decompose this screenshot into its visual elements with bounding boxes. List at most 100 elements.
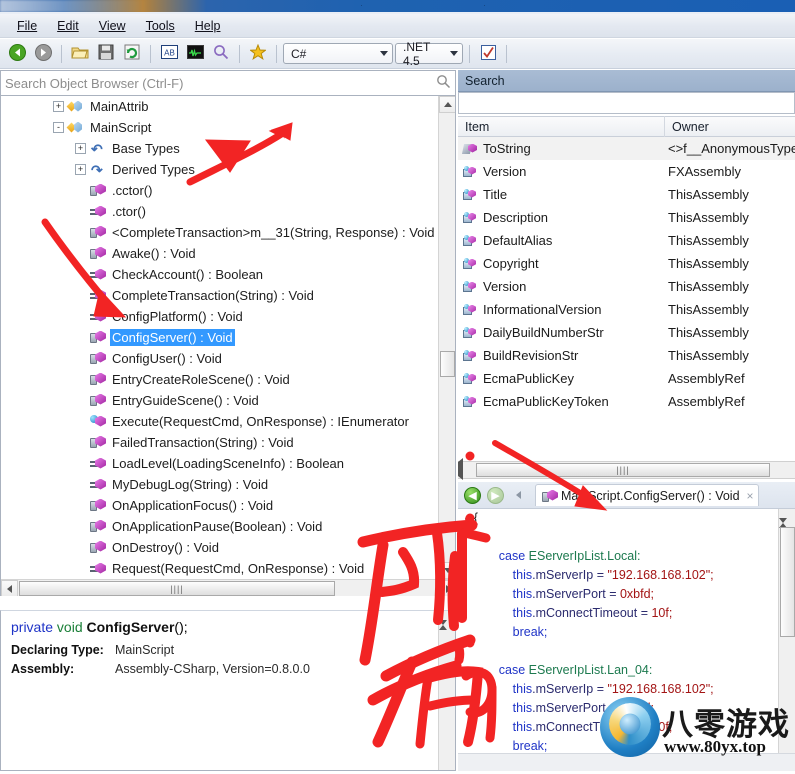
language-combo[interactable]: C# [283, 43, 393, 64]
tree-hscroll-thumb[interactable]: |||| [19, 581, 335, 596]
results-row[interactable]: Version ThisAssembly [458, 275, 795, 298]
tree-node-list[interactable]: + MainAttrib - MainScript + ↶ Base Types + ↷ Deri… [1, 96, 438, 582]
scroll-left-button[interactable] [1, 580, 18, 596]
tree-node[interactable]: EntryCreateRoleScene() : Void [1, 369, 438, 390]
results-horizontal-scrollbar[interactable]: |||| [458, 458, 795, 480]
results-row[interactable]: ToString <>f__AnonymousType [458, 137, 795, 160]
tree-node[interactable]: CheckAccount() : Boolean [1, 264, 438, 285]
results-row[interactable]: DefaultAlias ThisAssembly [458, 229, 795, 252]
object-browser-tree[interactable]: + MainAttrib - MainScript + ↶ Base Types + ↷ Deri… [0, 96, 456, 596]
scroll-right-button[interactable] [440, 580, 455, 596]
results-row[interactable]: EcmaPublicKeyToken AssemblyRef [458, 390, 795, 413]
results-row[interactable]: InformationalVersion ThisAssembly [458, 298, 795, 321]
results-row[interactable]: Title ThisAssembly [458, 183, 795, 206]
private-method-icon [542, 489, 558, 503]
results-row[interactable]: BuildRevisionStr ThisAssembly [458, 344, 795, 367]
save-button[interactable] [94, 42, 118, 66]
search-icon[interactable] [436, 74, 451, 92]
code-forward-button[interactable]: ▶ [485, 485, 506, 506]
collapse-toggle-icon[interactable]: - [53, 122, 64, 133]
search-results-input[interactable] [458, 92, 795, 114]
tree-node[interactable]: Awake() : Void [1, 243, 438, 264]
results-row[interactable]: Version FXAssembly [458, 160, 795, 183]
results-item-owner: ThisAssembly [668, 233, 749, 248]
tree-node[interactable]: + ↷ Derived Types [1, 159, 438, 180]
search-input[interactable] [3, 74, 436, 92]
code-tab-active[interactable]: MainScript.ConfigServer() : Void × [535, 484, 759, 506]
tree-node[interactable]: - MainScript [1, 117, 438, 138]
code-back-button[interactable]: ◀ [462, 485, 483, 506]
expand-toggle-icon[interactable]: + [75, 164, 86, 175]
tree-node[interactable]: <CompleteTransaction>m__31(String, Respo… [1, 222, 438, 243]
results-row[interactable]: DailyBuildNumberStr ThisAssembly [458, 321, 795, 344]
object-browser-search[interactable] [0, 70, 456, 96]
results-row[interactable]: Description ThisAssembly [458, 206, 795, 229]
tab-list-button[interactable] [508, 485, 529, 506]
results-row[interactable]: Copyright ThisAssembly [458, 252, 795, 275]
tree-scroll-thumb[interactable] [440, 351, 455, 377]
refresh-button[interactable] [120, 42, 144, 66]
tree-node[interactable]: .ctor() [1, 201, 438, 222]
tree-vertical-scrollbar[interactable] [438, 96, 455, 579]
tree-node[interactable]: OnApplicationPause(Boolean) : Void [1, 516, 438, 537]
tree-node[interactable]: Request(RequestCmd, OnResponse) : Void [1, 558, 438, 579]
menu-help[interactable]: Help [186, 16, 230, 36]
tree-node[interactable]: OnApplicationFocus() : Void [1, 495, 438, 516]
column-header-item[interactable]: Item [458, 116, 665, 137]
public-method-icon [90, 414, 107, 430]
favorites-button[interactable] [246, 42, 270, 66]
scroll-down-button[interactable] [439, 620, 455, 639]
tree-horizontal-scrollbar[interactable]: |||| [1, 579, 455, 596]
results-row-list[interactable]: ToString <>f__AnonymousType Version FXAssem… [458, 137, 795, 461]
forward-button[interactable] [31, 42, 55, 66]
results-hscroll-thumb[interactable]: |||| [476, 463, 770, 477]
detail-value: Assembly-CSharp, Version=0.8.0.0 [115, 662, 310, 676]
tree-node[interactable]: ConfigServer() : Void [1, 327, 438, 348]
tree-node[interactable]: CompleteTransaction(String) : Void [1, 285, 438, 306]
details-vertical-scrollbar[interactable] [438, 611, 455, 770]
code-scroll-thumb[interactable] [780, 527, 795, 637]
base-types-icon: ↶ [91, 140, 103, 157]
signature-modifier: private [11, 619, 54, 635]
search-results-panel: Search Item Owner ToString <>f__Anonymous… [458, 70, 795, 771]
expand-toggle-icon[interactable]: + [53, 101, 64, 112]
column-header-owner[interactable]: Owner [665, 116, 795, 137]
find-symbol-button[interactable] [209, 42, 233, 66]
tree-node[interactable]: .cctor() [1, 180, 438, 201]
back-button[interactable] [5, 42, 29, 66]
tree-node[interactable]: ConfigPlatform() : Void [1, 306, 438, 327]
checkmark-button[interactable] [476, 42, 500, 66]
tree-node[interactable]: + ↶ Base Types [1, 138, 438, 159]
view-button[interactable] [183, 42, 207, 66]
code-token: this [512, 568, 533, 582]
results-row[interactable]: EcmaPublicKey AssemblyRef [458, 367, 795, 390]
tree-node[interactable]: OnDestroy() : Void [1, 537, 438, 558]
tree-node[interactable]: FailedTransaction(String) : Void [1, 432, 438, 453]
framework-combo[interactable]: .NET 4.5 [395, 40, 463, 68]
expand-toggle-icon[interactable]: + [75, 143, 86, 154]
tree-node[interactable]: + MainAttrib [1, 96, 438, 117]
results-item-owner: ThisAssembly [668, 348, 749, 363]
tree-node[interactable]: LoadLevel(LoadingSceneInfo) : Boolean [1, 453, 438, 474]
scroll-down-button[interactable] [439, 562, 455, 579]
chevron-down-icon [380, 51, 388, 56]
code-token: case [498, 663, 529, 677]
code-token: this [512, 587, 533, 601]
tree-node[interactable]: MyDebugLog(String) : Void [1, 474, 438, 495]
results-item-name: EcmaPublicKeyToken [483, 394, 609, 409]
sort-alpha-button[interactable]: AB [157, 42, 181, 66]
tree-node[interactable]: EntryGuideScene() : Void [1, 390, 438, 411]
tree-node[interactable]: ConfigUser() : Void [1, 348, 438, 369]
menu-file[interactable]: File [8, 16, 46, 36]
scroll-up-button[interactable] [439, 96, 455, 113]
menu-tools[interactable]: Tools [137, 16, 184, 36]
menu-view[interactable]: View [90, 16, 135, 36]
open-button[interactable] [68, 42, 92, 66]
open-folder-icon [71, 44, 89, 63]
private-method-icon [90, 540, 107, 556]
tree-node[interactable]: Execute(RequestCmd, OnResponse) : IEnume… [1, 411, 438, 432]
menu-edit[interactable]: Edit [48, 16, 88, 36]
framework-combo-value: .NET 4.5 [403, 39, 431, 68]
close-icon[interactable]: × [747, 489, 754, 503]
